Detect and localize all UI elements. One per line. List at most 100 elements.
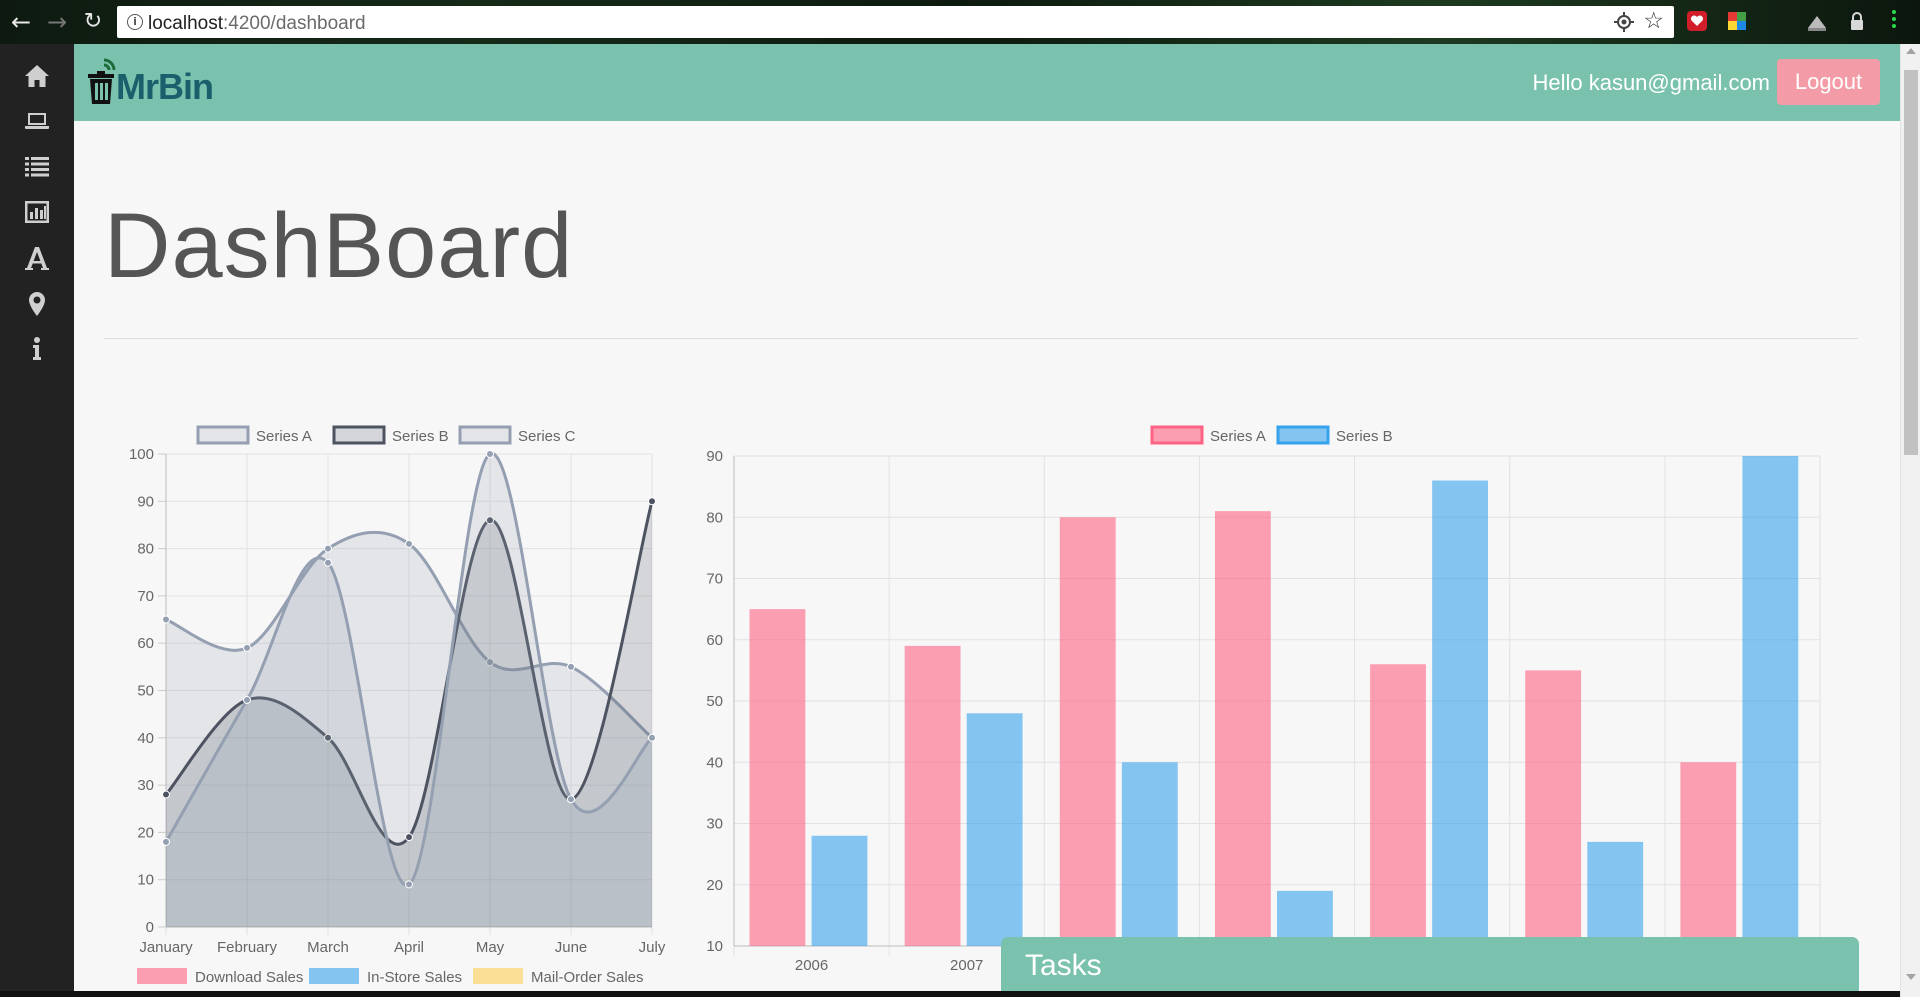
home-icon[interactable] bbox=[23, 62, 51, 90]
site-info-icon[interactable]: i bbox=[127, 14, 143, 30]
data-point bbox=[648, 497, 656, 506]
x-tick-label: February bbox=[217, 939, 278, 956]
logout-button[interactable]: Logout bbox=[1777, 59, 1880, 105]
scroll-down-arrow-icon[interactable] bbox=[1906, 974, 1916, 980]
legend-swatch bbox=[332, 425, 386, 445]
y-tick-label: 100 bbox=[129, 446, 154, 463]
legend-label: Series B bbox=[392, 428, 449, 445]
y-tick-label: 70 bbox=[137, 588, 154, 605]
y-tick-label: 0 bbox=[146, 919, 154, 936]
cast-extension-icon[interactable] bbox=[1806, 12, 1828, 34]
info-icon[interactable] bbox=[23, 335, 51, 363]
line-chart[interactable]: 0 10 20 30 40 50 60 70 80 90 100 January February Mar… bbox=[100, 368, 680, 988]
legend-swatch bbox=[196, 425, 250, 445]
bar bbox=[811, 835, 868, 946]
bar-chart-icon[interactable] bbox=[23, 198, 51, 226]
reload-icon[interactable]: ↻ bbox=[80, 9, 106, 35]
y-tick-label: 70 bbox=[706, 571, 723, 588]
data-point bbox=[324, 544, 332, 553]
legend-label: Series B bbox=[1336, 428, 1393, 445]
bar bbox=[1121, 762, 1178, 946]
address-bar[interactable]: i localhost:4200/dashboard ☆ bbox=[117, 6, 1674, 38]
pie-legend-swatch bbox=[309, 968, 359, 984]
y-tick-label: 10 bbox=[706, 938, 723, 955]
font-icon[interactable] bbox=[23, 244, 51, 272]
heart-extension-icon[interactable] bbox=[1686, 10, 1708, 32]
logo-text: MrBin bbox=[116, 66, 214, 107]
y-tick-label: 30 bbox=[137, 777, 154, 794]
url-text[interactable]: localhost:4200/dashboard bbox=[148, 13, 366, 35]
pie-legend-swatch bbox=[137, 968, 187, 984]
color-squares-extension-icon[interactable] bbox=[1726, 10, 1748, 32]
y-tick-label: 40 bbox=[706, 754, 723, 771]
x-tick-label: 2006 bbox=[795, 957, 828, 974]
list-icon[interactable] bbox=[23, 152, 51, 180]
x-tick-label: June bbox=[555, 939, 588, 956]
bar bbox=[1214, 511, 1271, 946]
bar bbox=[749, 609, 806, 946]
y-tick-label: 20 bbox=[706, 877, 723, 894]
forward-arrow-icon[interactable]: → bbox=[44, 9, 70, 35]
laptop-icon[interactable] bbox=[23, 107, 51, 135]
url-path: :4200/dashboard bbox=[223, 13, 366, 34]
bookmark-star-icon[interactable]: ☆ bbox=[1643, 8, 1664, 34]
y-tick-label: 80 bbox=[706, 509, 723, 526]
browser-menu-icon[interactable] bbox=[1892, 10, 1898, 31]
app-header: MrBin Hello kasun@gmail.com Logout bbox=[74, 44, 1900, 121]
y-tick-label: 60 bbox=[706, 632, 723, 649]
url-host: localhost bbox=[148, 13, 223, 34]
data-point bbox=[243, 643, 251, 652]
bar bbox=[1680, 762, 1737, 946]
y-tick-label: 50 bbox=[706, 693, 723, 710]
pie-legend-label: Download Sales bbox=[195, 969, 303, 986]
scroll-thumb[interactable] bbox=[1904, 70, 1918, 455]
title-divider bbox=[104, 338, 1858, 339]
data-point bbox=[405, 833, 413, 842]
y-tick-label: 50 bbox=[137, 683, 154, 700]
scroll-up-arrow-icon[interactable] bbox=[1906, 48, 1916, 54]
legend-swatch bbox=[1150, 425, 1204, 445]
y-tick-label: 40 bbox=[137, 730, 154, 747]
y-tick-label: 20 bbox=[137, 824, 154, 841]
browser-toolbar: ← → ↻ i localhost:4200/dashboard ☆ bbox=[0, 0, 1920, 44]
x-tick-label: July bbox=[639, 939, 666, 956]
tasks-panel: Tasks bbox=[1001, 937, 1859, 997]
bar bbox=[1059, 517, 1116, 946]
y-tick-label: 10 bbox=[137, 872, 154, 889]
bar-chart[interactable]: 1020304050607080902006200720082009201020… bbox=[700, 368, 1830, 997]
tasks-title: Tasks bbox=[1025, 949, 1102, 982]
bar bbox=[904, 645, 961, 946]
back-arrow-icon[interactable]: ← bbox=[8, 9, 34, 35]
bar bbox=[1587, 841, 1644, 946]
sidebar bbox=[0, 44, 74, 997]
pie-legend-label: In-Store Sales bbox=[367, 969, 462, 986]
bar bbox=[1525, 670, 1582, 946]
data-point bbox=[567, 795, 575, 804]
data-point bbox=[162, 837, 170, 846]
y-tick-label: 60 bbox=[137, 635, 154, 652]
page-viewport: MrBin Hello kasun@gmail.com Logout DashB… bbox=[0, 44, 1920, 997]
map-marker-icon[interactable] bbox=[23, 290, 51, 318]
bottom-edge bbox=[0, 991, 1900, 997]
page-title: DashBoard bbox=[104, 195, 574, 297]
y-tick-label: 30 bbox=[706, 816, 723, 833]
pie-legend-label: Mail-Order Sales bbox=[531, 969, 644, 986]
data-point bbox=[162, 615, 170, 624]
data-point bbox=[648, 733, 656, 742]
lock-extension-icon[interactable] bbox=[1846, 10, 1868, 32]
bar bbox=[1370, 664, 1426, 946]
legend-label: Series A bbox=[256, 428, 312, 445]
mrbin-logo[interactable]: MrBin bbox=[86, 58, 216, 108]
bar bbox=[966, 713, 1023, 946]
pie-legend-swatch bbox=[473, 968, 523, 984]
x-tick-label: 2007 bbox=[950, 957, 983, 974]
user-greeting: Hello kasun@gmail.com bbox=[1532, 70, 1770, 95]
page-scrollbar[interactable] bbox=[1900, 44, 1920, 997]
data-point bbox=[405, 539, 413, 548]
location-target-icon[interactable] bbox=[1614, 12, 1634, 32]
y-tick-label: 90 bbox=[137, 493, 154, 510]
data-point bbox=[243, 695, 251, 704]
x-tick-label: April bbox=[394, 939, 424, 956]
data-point bbox=[162, 790, 170, 799]
data-point bbox=[486, 450, 494, 458]
